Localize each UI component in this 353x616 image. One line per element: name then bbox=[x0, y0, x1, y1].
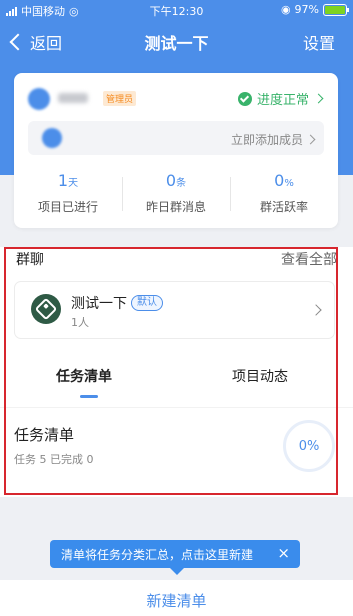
default-badge: 默认 bbox=[131, 295, 163, 311]
stat-label: 群活跃率 bbox=[259, 200, 308, 214]
status-right: ◉ 97% bbox=[280, 3, 349, 16]
page-title: 测试一下 bbox=[144, 34, 209, 53]
owner-row: 管理员 进度正常 bbox=[28, 86, 324, 112]
active-tab-indicator bbox=[80, 395, 98, 398]
stat-messages: 0条 昨日群消息 bbox=[122, 171, 230, 217]
stat-label: 项目已进行 bbox=[37, 200, 98, 214]
role-badge: 管理员 bbox=[103, 91, 137, 106]
check-circle-icon bbox=[237, 91, 252, 106]
add-member-label: 立即添加成员 bbox=[230, 133, 303, 147]
tab-project-activity[interactable]: 项目动态 bbox=[232, 366, 288, 386]
group-app-icon bbox=[31, 294, 61, 324]
stat-unit: % bbox=[284, 178, 294, 189]
group-header: 群聊 查看全部 bbox=[16, 249, 337, 269]
stat-unit: 条 bbox=[176, 178, 187, 189]
add-member-link[interactable]: 立即添加成员 bbox=[230, 131, 316, 148]
group-chat-card[interactable]: 测试一下 默认 1人 bbox=[14, 281, 335, 339]
stat-activity: 0% 群活跃率 bbox=[230, 171, 338, 217]
group-name: 测试一下 bbox=[71, 296, 127, 312]
settings-button[interactable]: 设置 bbox=[303, 30, 335, 54]
bottom-bar: 新建清单 bbox=[0, 580, 353, 616]
owner-name-redacted bbox=[58, 93, 88, 103]
nav-bar: 返回 测试一下 设置 bbox=[0, 22, 353, 62]
completion-percent: 0% bbox=[298, 438, 320, 454]
stat-value: 0 bbox=[274, 171, 285, 190]
tooltip-text: 清单将任务分类汇总，点击这里新建 bbox=[61, 548, 254, 562]
chevron-right-icon bbox=[305, 134, 316, 145]
project-card: 管理员 进度正常 立即添加成员 1天 项目已进行 0条 昨日群消息 0% 群活跃… bbox=[14, 73, 338, 228]
task-list-title: 任务清单 bbox=[14, 426, 75, 444]
tooltip: 清单将任务分类汇总，点击这里新建 × bbox=[50, 540, 300, 568]
close-icon[interactable]: × bbox=[277, 545, 290, 561]
stat-days: 1天 项目已进行 bbox=[14, 171, 122, 217]
stat-value: 0 bbox=[165, 171, 177, 190]
tooltip-arrow bbox=[170, 568, 184, 575]
add-member-bar[interactable]: 立即添加成员 bbox=[28, 121, 324, 155]
group-name-row: 测试一下 默认 bbox=[71, 293, 163, 313]
stat-unit: 天 bbox=[68, 178, 79, 189]
group-section: 群聊 查看全部 测试一下 默认 1人 任务清单 项目动态 任务清单 任务 5 已… bbox=[0, 247, 353, 497]
task-list-summary: 任务 5 已完成 0 bbox=[14, 453, 94, 466]
view-all-link[interactable]: 查看全部 bbox=[281, 249, 337, 269]
progress-status-label: 进度正常 bbox=[256, 93, 309, 108]
progress-status-link[interactable]: 进度正常 bbox=[237, 89, 324, 108]
status-bar: 中国移动 ◎ 下午12:30 ◉ 97% bbox=[0, 0, 353, 20]
group-section-title: 群聊 bbox=[16, 252, 44, 268]
chevron-right-icon bbox=[313, 93, 324, 104]
completion-ring: 0% bbox=[283, 420, 335, 472]
tab-task-list[interactable]: 任务清单 bbox=[56, 366, 112, 386]
group-member-count: 1人 bbox=[71, 316, 89, 329]
stat-value: 1 bbox=[57, 171, 69, 190]
new-list-button[interactable]: 新建清单 bbox=[0, 590, 353, 611]
stat-label: 昨日群消息 bbox=[145, 200, 206, 214]
member-avatar bbox=[42, 128, 62, 148]
battery-percent: 97% bbox=[294, 3, 319, 16]
owner-avatar bbox=[28, 88, 50, 110]
alarm-icon: ◉ bbox=[280, 3, 291, 16]
project-stats: 1天 项目已进行 0条 昨日群消息 0% 群活跃率 bbox=[14, 171, 338, 217]
chevron-right-icon bbox=[310, 304, 322, 316]
task-list-item[interactable]: 任务清单 任务 5 已完成 0 0% bbox=[0, 407, 353, 488]
battery-icon bbox=[323, 3, 349, 16]
tab-bar: 任务清单 项目动态 bbox=[0, 362, 353, 402]
